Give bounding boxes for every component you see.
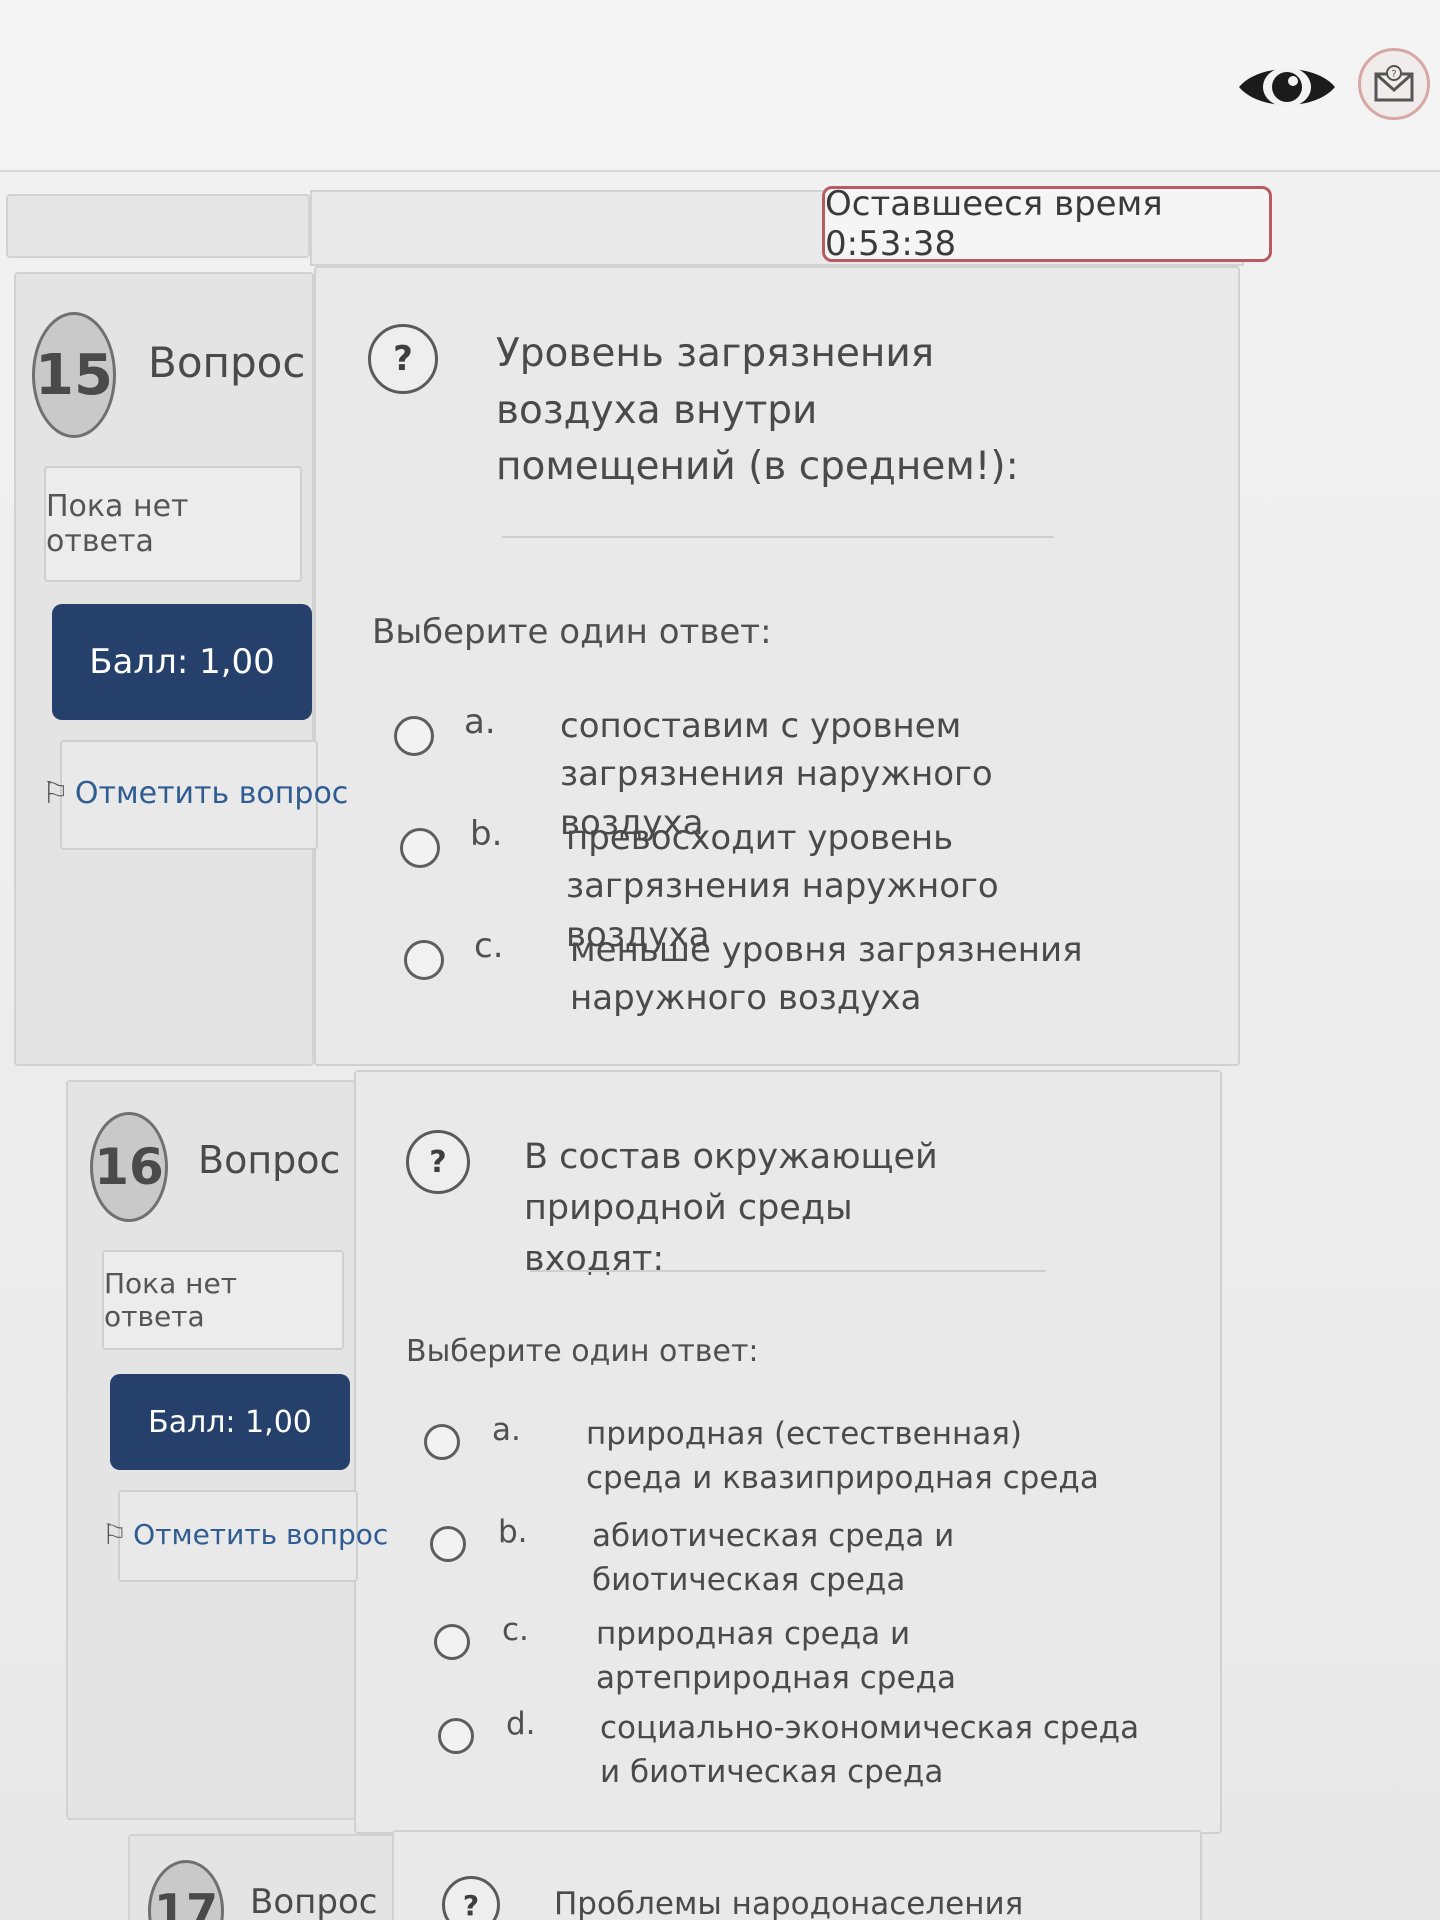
eye-icon[interactable] [1232,52,1342,122]
answer-option-a[interactable]: a. природная (естественная) среда и кваз… [424,1412,1144,1500]
answer-status-box: Пока нет ответа [102,1250,344,1350]
option-letter: d. [506,1706,536,1742]
question-number: 15 [32,312,116,438]
option-letter: c. [502,1612,529,1648]
question-text: В состав окружающей природной среды вход… [524,1137,938,1279]
answer-option-c[interactable]: c. природная среда и артеприродная среда [434,1612,1154,1700]
option-text: социально-экономическая среда и биотичес… [600,1710,1140,1791]
question-help-icon[interactable]: ? [368,324,438,394]
radio-button[interactable] [394,716,434,756]
option-letter: c. [474,926,504,966]
radio-button[interactable] [430,1526,466,1562]
question-text: Уровень загрязнения воздуха внутри помещ… [496,331,1019,490]
message-envelope-icon[interactable]: ? [1358,48,1430,120]
option-letter: b. [470,814,503,854]
sidebar-header-strip [6,194,310,258]
flag-question-label: Отметить вопрос [74,776,349,811]
answer-option-b[interactable]: b. абиотическая среда и биотическая сред… [430,1514,1150,1602]
answer-status-box: Пока нет ответа [44,466,302,582]
question-label: Вопрос [148,338,306,387]
flag-question-link[interactable]: ⚐ Отметить вопрос [102,1518,388,1551]
remaining-time-badge: Оставшееся время 0:53:38 [822,184,1272,264]
score-badge: Балл: 1,00 [110,1374,350,1470]
radio-button[interactable] [438,1718,474,1754]
quiz-page: { "header": { "timer_text": "Оставшееся … [0,0,1440,1920]
option-letter: a. [492,1412,521,1448]
option-text: природная среда и артеприродная среда [596,1616,956,1697]
answer-option-d[interactable]: d. социально-экономическая среда и биоти… [438,1706,1158,1794]
option-text: меньше уровня загрязнения наружного возд… [570,930,1083,1019]
flag-question-link[interactable]: ⚐ Отметить вопрос [42,776,348,811]
question-text: Проблемы народонаселения [554,1886,1024,1920]
option-letter: b. [498,1514,528,1550]
radio-button[interactable] [424,1424,460,1460]
option-text: абиотическая среда и биотическая среда [592,1518,955,1599]
radio-button[interactable] [404,940,444,980]
score-badge: Балл: 1,00 [52,604,312,720]
answer-option-c[interactable]: c. меньше уровня загрязнения наружного в… [404,926,1184,1023]
answer-prompt: Выберите один ответ: [406,1334,759,1369]
svg-text:?: ? [1391,69,1396,80]
question-divider [530,1270,1046,1272]
option-text: природная (естественная) среда и квазипр… [586,1416,1099,1497]
question-label: Вопрос [198,1138,341,1182]
question-divider [502,536,1054,538]
question-number: 16 [90,1112,168,1222]
option-letter: a. [464,702,496,742]
answer-prompt: Выберите один ответ: [372,612,772,652]
radio-button[interactable] [434,1624,470,1660]
top-bar [0,0,1440,172]
flag-icon: ⚐ [102,1518,128,1551]
question-help-icon[interactable]: ? [406,1130,470,1194]
flag-icon: ⚐ [42,776,69,811]
question-label: Вопрос [250,1882,378,1920]
flag-question-label: Отметить вопрос [133,1518,389,1551]
radio-button[interactable] [400,828,440,868]
